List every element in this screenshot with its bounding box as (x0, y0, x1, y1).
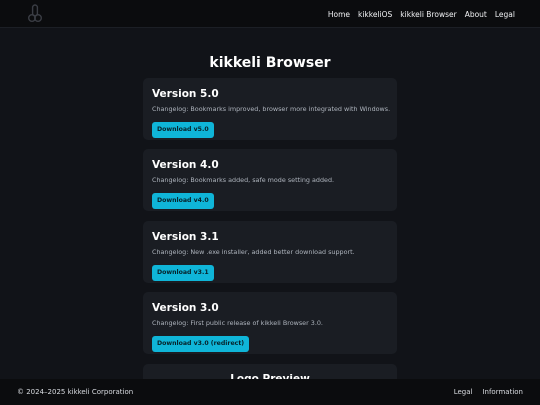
footer-link-information[interactable]: Information (482, 388, 523, 396)
version-card: Version 3.1 Changelog: New .exe installe… (143, 221, 397, 283)
download-v5-0-button[interactable]: Download v5.0 (152, 122, 214, 138)
footer-copyright: © 2024–2025 kikkeli Corporation (17, 388, 134, 396)
download-v4-0-button[interactable]: Download v4.0 (152, 193, 214, 209)
version-changelog: Changelog: Bookmarks added, safe mode se… (152, 176, 335, 184)
nav-link-about[interactable]: About (465, 10, 487, 19)
version-title: Version 4.0 (152, 159, 219, 171)
version-card: Version 4.0 Changelog: Bookmarks added, … (143, 149, 397, 211)
download-v3-0-redirect-button[interactable]: Download v3.0 (redirect) (152, 336, 250, 352)
version-card: Version 5.0 Changelog: Bookmarks improve… (143, 78, 397, 140)
version-title: Version 3.1 (152, 231, 219, 243)
footer-link-legal[interactable]: Legal (454, 388, 473, 396)
footer: © 2024–2025 kikkeli Corporation Legal In… (0, 379, 540, 405)
version-card: Version 3.0 Changelog: First public rele… (143, 292, 397, 354)
nav-link-legal[interactable]: Legal (495, 10, 515, 19)
version-changelog: Changelog: First public release of kikke… (152, 319, 323, 327)
footer-links: Legal Information (454, 388, 523, 396)
nav-link-kikkelios[interactable]: kikkeliOS (358, 10, 392, 19)
nav-link-home[interactable]: Home (328, 10, 350, 19)
version-changelog: Changelog: Bookmarks improved, browser m… (152, 105, 391, 113)
version-changelog: Changelog: New .exe installer, added bet… (152, 248, 355, 256)
version-title: Version 3.0 (152, 302, 219, 314)
main-nav: Home kikkeliOS kikkeli Browser About Leg… (328, 0, 515, 28)
top-navbar: Home kikkeliOS kikkeli Browser About Leg… (0, 0, 540, 28)
version-title: Version 5.0 (152, 88, 219, 100)
download-v3-1-button[interactable]: Download v3.1 (152, 265, 214, 281)
logo-icon[interactable] (28, 4, 42, 22)
nav-link-kikkeli-browser[interactable]: kikkeli Browser (400, 10, 456, 19)
page-title: kikkeli Browser (209, 55, 331, 71)
